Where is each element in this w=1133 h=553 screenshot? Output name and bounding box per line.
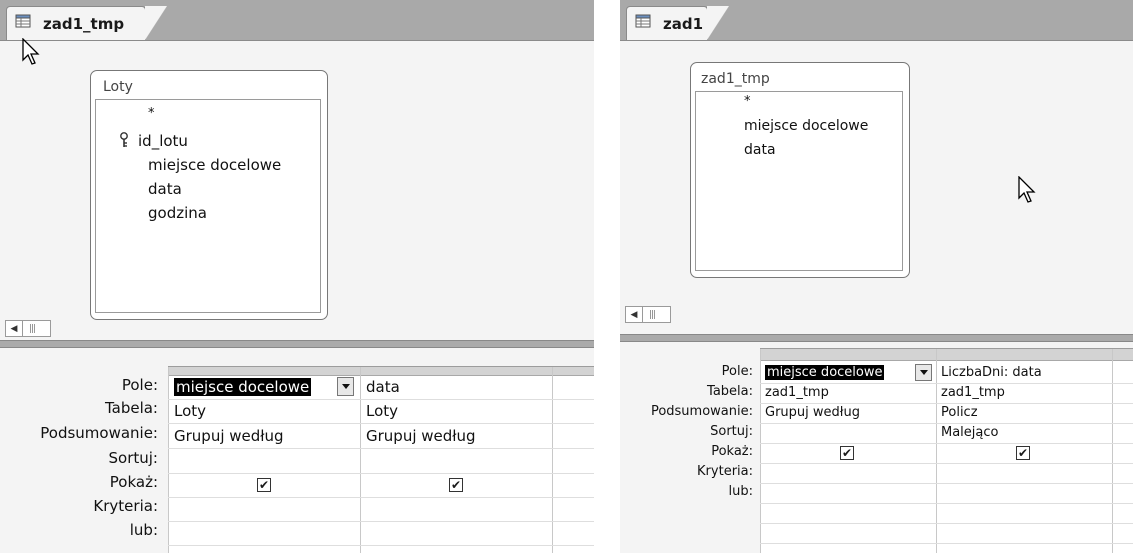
horizontal-scrollbar[interactable]: ◀ |||	[5, 320, 51, 337]
query-design-grid: miejsce docelowe data Loty Loty Grupuj w…	[168, 366, 594, 553]
cell-tabela-1[interactable]: zad1_tmp	[765, 385, 829, 400]
cell-pole-1[interactable]: miejsce docelowe	[174, 378, 312, 396]
field-data[interactable]: data	[744, 142, 776, 158]
pane-splitter[interactable]	[620, 334, 1133, 342]
document-tab-bar: zad1	[620, 0, 1133, 41]
row-label-tabela: Tabela:	[707, 384, 753, 399]
tab-title: zad1	[663, 14, 704, 33]
scroll-left-arrow-icon[interactable]: ◀	[6, 321, 23, 336]
tab-slant	[145, 6, 167, 40]
row-label-pokaz: Pokaż:	[109, 473, 158, 491]
field-list: * miejsce docelowe data	[695, 91, 903, 271]
mouse-pointer-icon	[22, 38, 40, 65]
field-asterisk[interactable]: *	[744, 94, 751, 109]
table-box-title: Loty	[103, 79, 133, 95]
cell-sortuj-2[interactable]: Malejąco	[941, 425, 998, 440]
row-label-tabela: Tabela:	[104, 399, 158, 417]
dropdown-arrow-icon[interactable]	[337, 377, 354, 396]
field-data[interactable]: data	[148, 180, 182, 198]
document-tab-bar: zad1_tmp	[0, 0, 594, 41]
query-icon	[15, 14, 33, 34]
right-query-window: zad1 zad1_tmp * miejsce docelowe data ◀ …	[620, 0, 1133, 553]
scroll-thumb[interactable]: |||	[649, 310, 656, 320]
document-tab-zad1-tmp[interactable]: zad1_tmp	[6, 6, 146, 40]
cell-tabela-2[interactable]: zad1_tmp	[941, 385, 1005, 400]
cell-podsumowanie-2[interactable]: Policz	[941, 405, 978, 420]
checkbox-checked-icon[interactable]: ✔	[1016, 446, 1030, 460]
selected-field-text: miejsce docelowe	[174, 378, 312, 396]
primary-key-icon	[119, 132, 129, 152]
field-id-lotu[interactable]: id_lotu	[138, 132, 188, 150]
pane-splitter[interactable]	[0, 340, 594, 348]
field-asterisk[interactable]: *	[148, 106, 155, 121]
checkbox-checked-icon[interactable]: ✔	[840, 446, 854, 460]
cell-tabela-2[interactable]: Loty	[366, 402, 398, 420]
cell-podsumowanie-2[interactable]: Grupuj według	[366, 427, 476, 445]
row-label-pokaz: Pokaż:	[711, 444, 753, 459]
scroll-left-arrow-icon[interactable]: ◀	[626, 307, 643, 322]
tab-title: zad1_tmp	[43, 14, 125, 33]
dropdown-arrow-icon[interactable]	[915, 364, 932, 381]
field-miejsce-docelowe[interactable]: miejsce docelowe	[148, 156, 281, 174]
cell-pole-2[interactable]: LiczbaDni: data	[941, 365, 1042, 380]
row-label-kryteria: Kryteria:	[93, 497, 158, 515]
cell-pole-2[interactable]: data	[366, 378, 400, 396]
column-selector-bar[interactable]	[168, 367, 594, 376]
row-label-lub: lub:	[728, 484, 753, 499]
row-label-sortuj: Sortuj:	[710, 424, 753, 439]
query-icon	[635, 14, 653, 34]
horizontal-scrollbar[interactable]: ◀ |||	[625, 306, 671, 323]
cell-tabela-1[interactable]: Loty	[174, 402, 206, 420]
document-tab-zad1[interactable]: zad1	[626, 6, 708, 40]
left-query-window: zad1_tmp Loty * id_lotu miejsce docelowe…	[0, 0, 594, 553]
cell-podsumowanie-1[interactable]: Grupuj według	[765, 405, 860, 420]
mouse-pointer-icon	[1018, 176, 1036, 203]
query-design-grid: miejsce docelowe LiczbaDni: data zad1_tm…	[760, 348, 1133, 553]
table-box-title: zad1_tmp	[701, 71, 770, 87]
field-list: * id_lotu miejsce docelowe data godzina	[95, 99, 321, 313]
row-label-sortuj: Sortuj:	[108, 449, 158, 467]
field-godzina[interactable]: godzina	[148, 204, 207, 222]
column-selector-bar[interactable]	[760, 349, 1133, 361]
row-label-pole: Pole:	[121, 376, 158, 394]
checkbox-checked-icon[interactable]: ✔	[257, 478, 271, 492]
scroll-thumb[interactable]: |||	[29, 324, 36, 334]
row-label-pole: Pole:	[721, 364, 753, 379]
field-miejsce-docelowe[interactable]: miejsce docelowe	[744, 118, 868, 134]
row-label-lub: lub:	[129, 521, 158, 539]
row-label-podsumowanie: Podsumowanie:	[650, 404, 753, 419]
selected-field-text: miejsce docelowe	[765, 365, 885, 380]
checkbox-checked-icon[interactable]: ✔	[449, 478, 463, 492]
cell-pole-1[interactable]: miejsce docelowe	[765, 365, 885, 380]
tab-slant	[707, 6, 729, 40]
row-label-kryteria: Kryteria:	[697, 464, 753, 479]
row-label-podsumowanie: Podsumowanie:	[40, 424, 158, 442]
cell-podsumowanie-1[interactable]: Grupuj według	[174, 427, 284, 445]
table-box-loty[interactable]: Loty * id_lotu miejsce docelowe data god…	[90, 70, 328, 320]
table-box-zad1-tmp[interactable]: zad1_tmp * miejsce docelowe data	[690, 62, 910, 278]
